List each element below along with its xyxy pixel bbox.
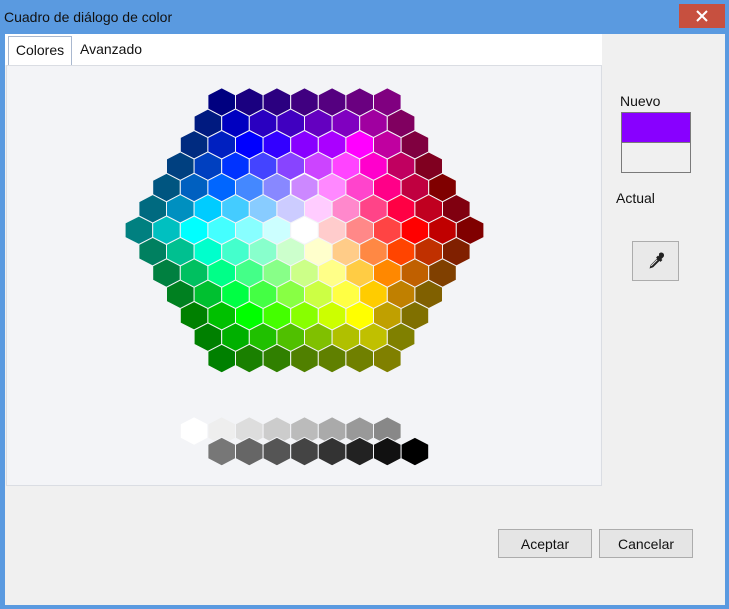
dialog-client-area: Colores Avanzado Nuevo Actual Aceptar Ca… <box>5 34 725 605</box>
title-bar[interactable]: Cuadro de diálogo de color <box>0 0 729 34</box>
hexagon-color-palette <box>124 87 485 467</box>
close-icon <box>696 10 708 22</box>
grey-cell[interactable] <box>179 416 209 446</box>
grey-cell[interactable] <box>290 436 319 467</box>
tab-strip: Colores Avanzado <box>5 34 602 65</box>
grey-cell[interactable] <box>262 436 292 467</box>
accept-button[interactable]: Aceptar <box>498 529 592 558</box>
eyedropper-icon <box>649 252 664 269</box>
current-color-label: Actual <box>616 190 655 206</box>
close-button[interactable] <box>679 4 725 28</box>
eyedropper-button[interactable] <box>632 241 679 281</box>
tab-avanzado[interactable]: Avanzado <box>80 36 160 65</box>
grey-cell[interactable] <box>373 436 402 467</box>
tab-colores[interactable]: Colores <box>8 36 72 65</box>
window-title: Cuadro de diálogo de color <box>4 9 173 25</box>
color-dialog-window: Cuadro de diálogo de color Colores Avanz… <box>0 0 729 609</box>
current-color-swatch <box>622 143 690 172</box>
grey-cell[interactable] <box>317 436 347 467</box>
new-color-label: Nuevo <box>620 93 661 109</box>
cancel-button[interactable]: Cancelar <box>599 529 693 558</box>
grey-cell[interactable] <box>207 436 236 467</box>
color-preview <box>621 112 691 173</box>
new-color-swatch <box>622 113 690 143</box>
grey-cell[interactable] <box>345 436 374 467</box>
grey-cell[interactable] <box>400 436 430 467</box>
grey-cell[interactable] <box>235 436 264 467</box>
color-palette-panel <box>6 65 602 486</box>
